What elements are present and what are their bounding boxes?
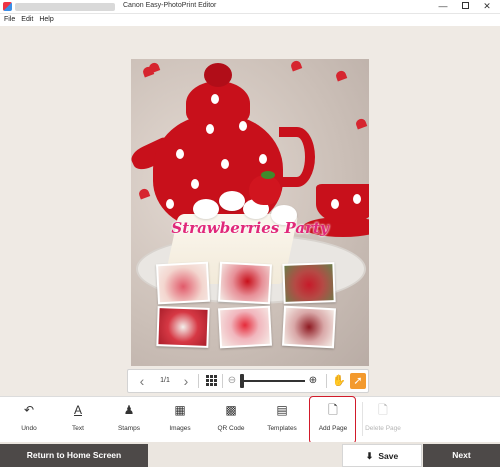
zoom-slider-thumb[interactable] xyxy=(240,374,244,388)
page-title-text[interactable]: Strawberries Party xyxy=(131,219,369,237)
undo-button[interactable]: ↶ Undo xyxy=(4,401,54,439)
heart-decoration xyxy=(354,117,368,130)
divider xyxy=(222,374,223,388)
templates-button[interactable]: ▤ Templates xyxy=(257,401,307,439)
heart-decoration xyxy=(147,61,161,74)
polka-dot xyxy=(221,159,229,169)
menu-file[interactable]: File xyxy=(4,14,15,26)
menu-help[interactable]: Help xyxy=(39,14,53,26)
polka-dot xyxy=(191,179,199,189)
polka-dot xyxy=(176,149,184,159)
delete-page-icon: 🗋 xyxy=(378,403,388,417)
polka-dot xyxy=(206,124,214,134)
tool-label: Stamps xyxy=(117,425,141,432)
collage-photo[interactable] xyxy=(217,261,273,305)
window-title: Canon Easy-PhotoPrint Editor xyxy=(123,2,217,9)
tool-label: Undo xyxy=(21,425,37,432)
images-icon: ▦ xyxy=(174,403,186,417)
teapot-knob xyxy=(204,63,232,87)
divider xyxy=(326,374,327,388)
qr-code-button[interactable]: ▩ QR Code xyxy=(206,401,256,439)
collage-photo[interactable] xyxy=(155,261,211,305)
save-label: Save xyxy=(378,451,399,461)
hand-tool-icon[interactable]: ✋ xyxy=(331,370,347,392)
maximize-icon xyxy=(461,2,469,10)
heart-decoration xyxy=(137,187,151,200)
polka-dot xyxy=(211,94,219,104)
polka-dot xyxy=(259,154,267,164)
polka-dot xyxy=(353,194,361,204)
title-bar: Canon Easy-PhotoPrint Editor — ✕ xyxy=(0,0,500,14)
view-toolbar: ‹ 1/1 › ⊖ ⊕ ✋ ➚ xyxy=(127,369,369,393)
stamp-icon: ♟ xyxy=(123,403,135,417)
qr-code-icon: ▩ xyxy=(225,403,237,417)
polka-dot xyxy=(166,199,174,209)
collage-photo[interactable] xyxy=(156,306,210,348)
collage-photo[interactable] xyxy=(282,262,336,304)
app-logo-icon xyxy=(3,2,12,11)
download-icon: ⬇ xyxy=(365,451,374,461)
collage-photo[interactable] xyxy=(281,305,337,349)
blurred-document-name xyxy=(15,3,115,11)
collage-photo[interactable] xyxy=(217,305,273,349)
cream-swirl xyxy=(219,191,245,211)
teapot-handle xyxy=(279,127,315,187)
menu-bar: File Edit Help xyxy=(0,14,500,26)
templates-icon: ▤ xyxy=(276,403,288,417)
return-home-button[interactable]: Return to Home Screen xyxy=(0,444,148,467)
page-indicator: 1/1 xyxy=(160,377,170,384)
delete-page-button[interactable]: 🗋 Delete Page xyxy=(358,401,408,439)
design-page[interactable]: Strawberries Party xyxy=(131,59,369,366)
cream-swirl xyxy=(193,199,219,219)
menu-edit[interactable]: Edit xyxy=(21,14,33,26)
teapot-lid xyxy=(186,81,250,126)
text-icon: A xyxy=(73,403,82,417)
next-page-button[interactable]: › xyxy=(176,370,196,392)
heart-decoration xyxy=(289,59,303,72)
text-button[interactable]: A Text xyxy=(53,401,103,439)
save-button[interactable]: ⬇ Save xyxy=(342,444,422,467)
next-button[interactable]: Next xyxy=(423,444,500,467)
page-list-button[interactable] xyxy=(203,370,219,392)
grid-icon xyxy=(205,374,217,386)
zoom-slider[interactable] xyxy=(241,380,305,382)
zoom-out-icon[interactable]: ⊖ xyxy=(225,370,239,392)
add-page-highlight xyxy=(309,396,356,444)
pointer-tool-icon[interactable]: ➚ xyxy=(350,373,366,389)
tool-label: Images xyxy=(169,425,191,432)
undo-icon: ↶ xyxy=(23,403,35,417)
minimize-button[interactable]: — xyxy=(432,0,454,14)
heart-decoration xyxy=(334,69,348,82)
tool-label: Templates xyxy=(267,425,297,432)
tool-panel: ↶ Undo A Text ♟ Stamps ▦ Images ▩ QR Cod… xyxy=(0,396,500,442)
previous-page-button[interactable]: ‹ xyxy=(132,370,152,392)
close-button[interactable]: ✕ xyxy=(476,0,498,14)
maximize-button[interactable] xyxy=(454,0,476,14)
tool-label: Delete Page xyxy=(365,425,401,432)
tool-label: Text xyxy=(72,425,84,432)
strawberry-leaf xyxy=(261,171,275,179)
teacup xyxy=(316,184,369,224)
divider xyxy=(362,402,363,436)
tool-label: QR Code xyxy=(217,425,245,432)
stamps-button[interactable]: ♟ Stamps xyxy=(104,401,154,439)
polka-dot xyxy=(239,121,247,131)
images-button[interactable]: ▦ Images xyxy=(155,401,205,439)
strawberry xyxy=(249,175,281,205)
zoom-in-icon[interactable]: ⊕ xyxy=(306,370,320,392)
polka-dot xyxy=(331,199,339,209)
divider xyxy=(198,374,199,388)
